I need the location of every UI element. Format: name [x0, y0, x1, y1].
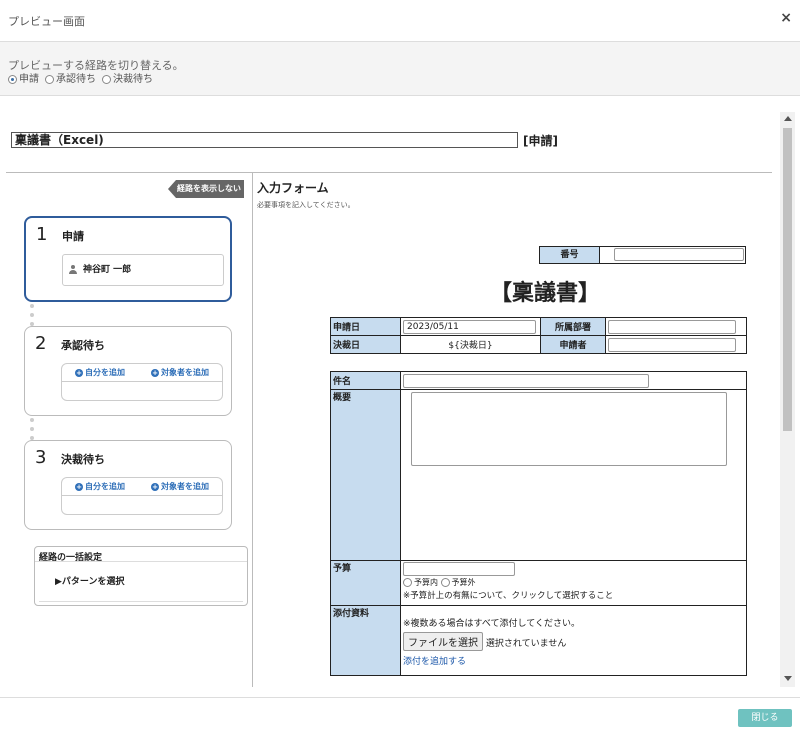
step-name: 申請	[62, 230, 84, 243]
subject-label: 件名	[330, 371, 401, 390]
radio-in-budget[interactable]: 予算内	[403, 578, 438, 587]
form-note: 必要事項を記入してください。	[257, 201, 355, 209]
scrollbar[interactable]	[780, 112, 795, 687]
close-button[interactable]: 閉じる	[738, 709, 792, 727]
step-adder: + 自分を追加 + 対象者を追加	[61, 363, 223, 401]
attach-note: ※複数ある場合はすべて添付してください。	[403, 619, 581, 629]
radio-icon	[403, 578, 412, 587]
summary-label: 概要	[330, 389, 401, 561]
add-self-button[interactable]: + 自分を追加	[75, 367, 125, 378]
route-connector	[30, 418, 34, 440]
add-self-button[interactable]: + 自分を追加	[75, 481, 125, 492]
radio-apply[interactable]: 申請	[8, 70, 39, 85]
document-title: 稟議書（Excel)	[11, 132, 518, 148]
route-step-3: 3 決裁待ち + 自分を追加 + 対象者を追加	[24, 440, 232, 530]
detail-table: 件名 概要 予算 予算内 予算外 ※予算計上の有無について、クリックして選択する…	[330, 371, 747, 676]
route-radio-group: 申請 承認待ち 決裁待ち	[8, 70, 153, 85]
plus-icon: +	[151, 368, 159, 377]
route-connector	[30, 304, 34, 326]
document-heading: 【稟議書】	[490, 280, 601, 306]
radio-decision[interactable]: 決裁待ち	[102, 70, 153, 85]
applicant-input[interactable]	[608, 337, 736, 352]
attach-label: 添付資料	[330, 605, 401, 676]
number-input[interactable]	[614, 248, 744, 261]
file-status: 選択されていません	[485, 639, 567, 649]
budget-label: 予算	[330, 560, 401, 606]
step-number: 1	[36, 224, 48, 245]
dialog-footer: 閉じる	[0, 697, 800, 735]
user-icon	[69, 265, 77, 274]
header-table: 申請日 2023/05/11 所属部署 決裁日 ${決裁日} 申請者	[330, 317, 747, 354]
radio-icon	[440, 578, 450, 587]
bulk-route-setting: 経路の一括設定 ▶パターンを選択	[34, 546, 248, 606]
applicant-label: 申請者	[540, 335, 606, 354]
plus-icon: +	[75, 482, 83, 491]
decide-date-label: 決裁日	[330, 335, 401, 354]
decide-date-value: ${決裁日}	[400, 335, 541, 354]
form-heading: 入力フォーム	[257, 181, 329, 195]
add-attachment-link[interactable]: 添付を追加する	[403, 654, 744, 667]
route-step-2: 2 承認待ち + 自分を追加 + 対象者を追加	[24, 326, 232, 416]
dept-input[interactable]	[608, 319, 736, 334]
hide-route-button[interactable]: 経路を表示しない	[168, 180, 244, 198]
subject-input[interactable]	[403, 373, 649, 388]
scroll-down-icon[interactable]	[784, 676, 792, 681]
radio-icon	[45, 74, 54, 84]
pick-pattern-link[interactable]: ▶パターンを選択	[55, 574, 124, 587]
route-switch: プレビューする経路を切り替える。 申請 承認待ち 決裁待ち	[0, 42, 800, 96]
dept-label: 所属部署	[540, 317, 606, 336]
add-target-button[interactable]: + 対象者を追加	[151, 367, 209, 378]
step-person: 神谷町 一郎	[62, 254, 224, 286]
step-number: 2	[35, 333, 47, 354]
scroll-up-icon[interactable]	[784, 116, 792, 121]
dialog-title: プレビュー画面	[8, 15, 85, 28]
scrollbar-thumb[interactable]	[783, 128, 792, 431]
status-tag: [申請]	[523, 134, 558, 148]
add-target-button[interactable]: + 対象者を追加	[151, 481, 209, 492]
summary-textarea[interactable]	[411, 392, 727, 466]
route-step-1: 1 申請 神谷町 一郎	[24, 216, 232, 302]
radio-out-budget[interactable]: 予算外	[440, 578, 476, 587]
apply-date-input[interactable]: 2023/05/11	[403, 319, 536, 334]
close-icon[interactable]: ×	[780, 10, 792, 26]
budget-input[interactable]	[403, 562, 515, 576]
step-name: 決裁待ち	[61, 453, 105, 466]
dialog-header: プレビュー画面 ×	[0, 0, 800, 42]
radio-approval[interactable]: 承認待ち	[45, 70, 96, 85]
divider	[6, 172, 772, 173]
plus-icon: +	[151, 482, 159, 491]
radio-icon	[102, 74, 111, 84]
file-select-button[interactable]: ファイルを選択	[403, 632, 483, 651]
number-field-box: 番号	[539, 246, 746, 264]
step-name: 承認待ち	[61, 339, 105, 352]
plus-icon: +	[75, 368, 83, 377]
apply-date-label: 申請日	[330, 317, 401, 336]
step-number: 3	[35, 447, 47, 468]
number-label: 番号	[540, 247, 600, 263]
budget-note: ※予算計上の有無について、クリックして選択すること	[403, 591, 614, 601]
step-adder: + 自分を追加 + 対象者を追加	[61, 477, 223, 515]
divider	[252, 172, 253, 687]
preview-panel: 稟議書（Excel) [申請] 経路を表示しない 1 申請 神谷町 一郎 2 承…	[6, 112, 772, 687]
radio-icon	[8, 74, 17, 84]
